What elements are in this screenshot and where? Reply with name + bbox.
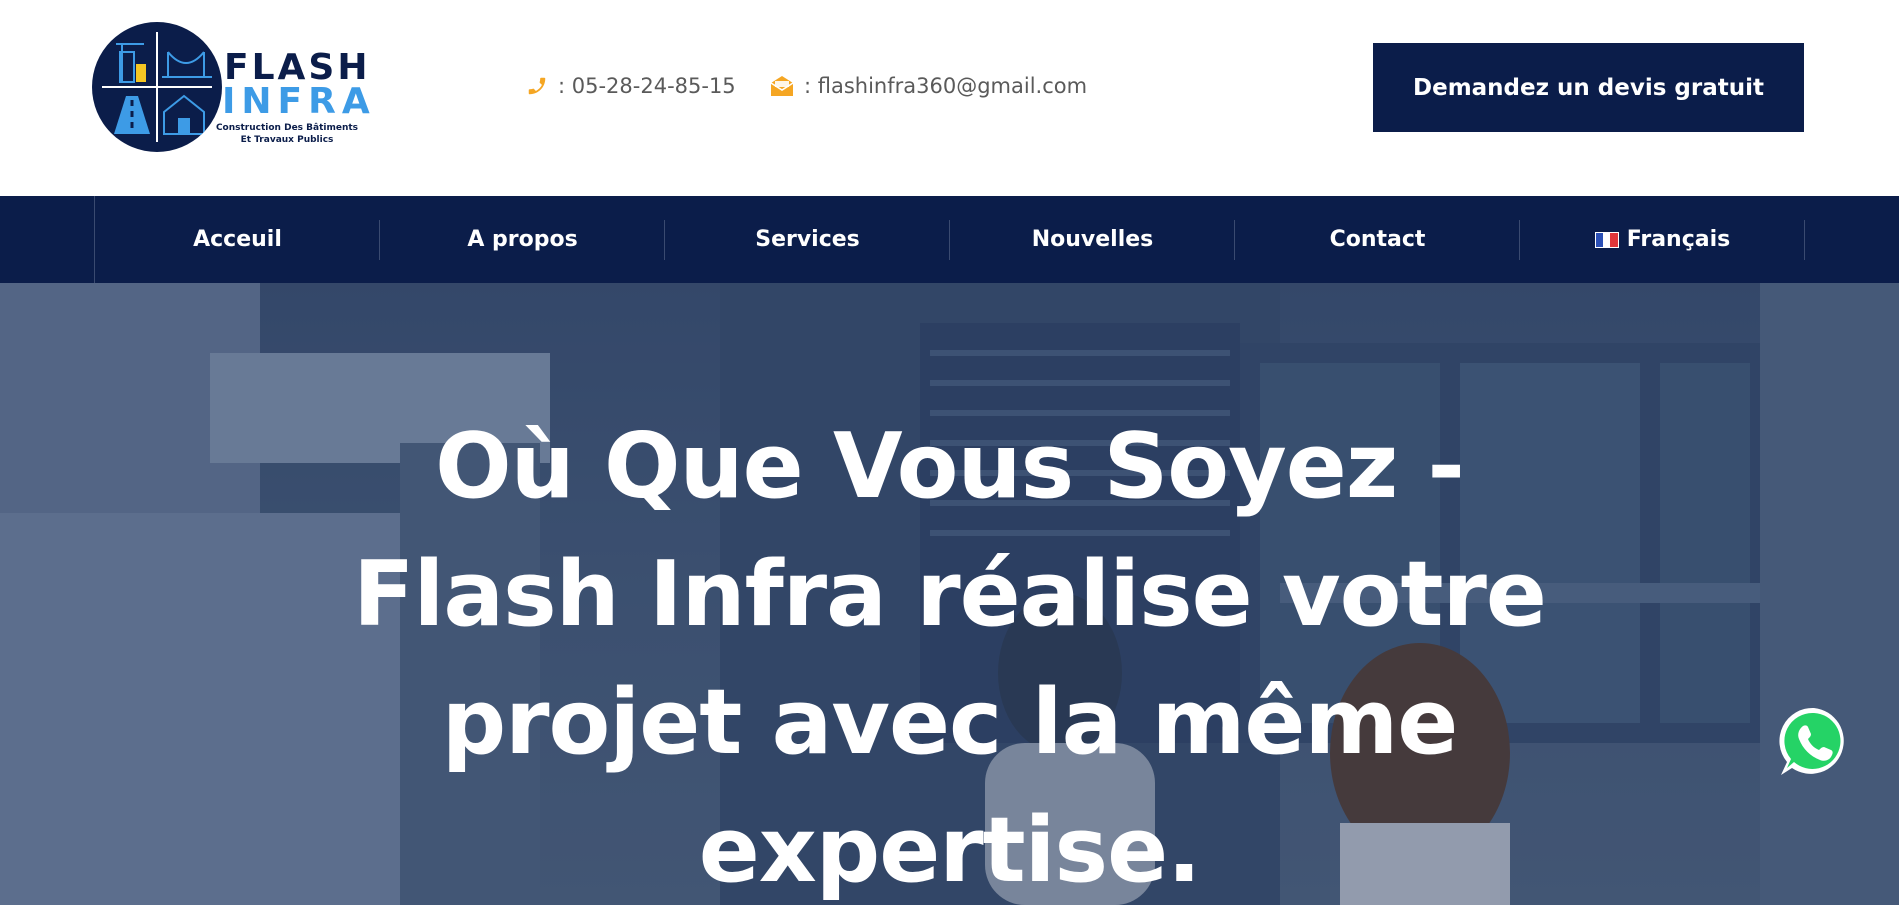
phone-icon: [528, 77, 546, 95]
hero-headline: Où Que Vous Soyez - Flash Infra réalise …: [353, 414, 1547, 903]
logo-text-infra: INFRA: [222, 81, 376, 122]
nav-item-acceuil[interactable]: Acceuil: [95, 196, 380, 283]
phone-contact[interactable]: : 05-28-24-85-15: [526, 74, 736, 98]
nav-item-services[interactable]: Services: [665, 196, 950, 283]
nav-item-a-propos[interactable]: A propos: [380, 196, 665, 283]
site-header: FLASH INFRA Construction Des Bâtiments E…: [0, 0, 1899, 196]
envelope-open-icon: [770, 76, 794, 96]
site-logo[interactable]: FLASH INFRA Construction Des Bâtiments E…: [92, 22, 372, 152]
nav-item-label: Services: [755, 227, 860, 252]
free-quote-button[interactable]: Demandez un devis gratuit: [1373, 43, 1804, 132]
nav-item-label: A propos: [467, 227, 578, 252]
language-label: Français: [1626, 227, 1731, 252]
phone-number: : 05-28-24-85-15: [558, 74, 736, 98]
main-navigation: Acceuil A propos Services Nouvelles Cont…: [0, 196, 1899, 283]
logo-tagline-line2: Et Travaux Publics: [240, 135, 334, 145]
whatsapp-icon: [1779, 707, 1844, 775]
hero-banner: Où Que Vous Soyez - Flash Infra réalise …: [0, 283, 1899, 905]
logo-tagline: Construction Des Bâtiments Et Travaux Pu…: [212, 122, 362, 146]
nav-item-contact[interactable]: Contact: [1235, 196, 1520, 283]
nav-item-label: Contact: [1329, 227, 1426, 252]
nav-item-nouvelles[interactable]: Nouvelles: [950, 196, 1235, 283]
email-contact[interactable]: : flashinfra360@gmail.com: [770, 74, 1087, 98]
language-switcher[interactable]: Français: [1520, 196, 1805, 283]
french-flag-icon: [1594, 231, 1619, 248]
nav-menu: Acceuil A propos Services Nouvelles Cont…: [94, 196, 1805, 283]
logo-tagline-line1: Construction Des Bâtiments: [215, 123, 359, 133]
whatsapp-button[interactable]: [1776, 704, 1852, 780]
nav-item-label: Nouvelles: [1031, 227, 1154, 252]
nav-item-label: Acceuil: [193, 227, 282, 252]
email-address: : flashinfra360@gmail.com: [804, 74, 1088, 98]
logo-emblem: [92, 22, 222, 152]
